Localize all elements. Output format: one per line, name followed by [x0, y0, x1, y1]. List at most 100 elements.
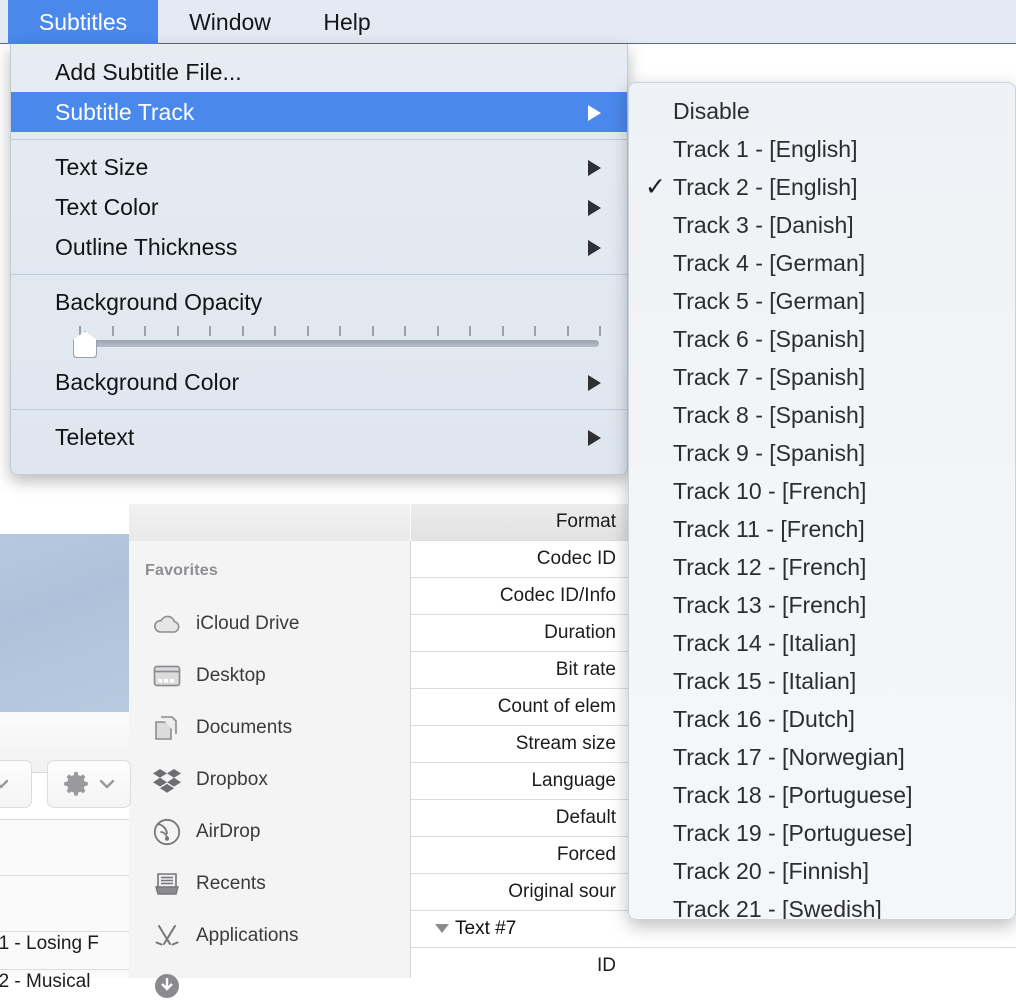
- submenu-item-label: Track 9 - [Spanish]: [673, 439, 866, 466]
- table-cell-key: Duration: [544, 622, 616, 643]
- menubar-item-window[interactable]: Window: [166, 0, 294, 44]
- menubar-item-help[interactable]: Help: [302, 0, 392, 44]
- submenu-item[interactable]: Track 5 - [German]: [629, 282, 1015, 320]
- sidebar-item-applications[interactable]: Applications: [152, 916, 402, 956]
- list-item[interactable]: 02 - Musical: [0, 971, 90, 993]
- bottom-track-list[interactable]: 01 - Losing F 02 - Musical: [0, 819, 129, 992]
- submenu-item-label: Track 10 - [French]: [673, 477, 867, 504]
- submenu-item[interactable]: Disable: [629, 92, 1015, 130]
- submenu-item[interactable]: Track 19 - [Portuguese]: [629, 814, 1015, 852]
- sidebar-section-header: Favorites: [145, 562, 218, 579]
- menu-item-label: Text Size: [55, 153, 149, 180]
- slider-ticks: [79, 324, 601, 336]
- submenu-item[interactable]: Track 7 - [Spanish]: [629, 358, 1015, 396]
- list-item[interactable]: 01 - Losing F: [0, 933, 99, 955]
- submenu-item[interactable]: Track 13 - [French]: [629, 586, 1015, 624]
- slider-tick: [534, 326, 536, 336]
- action-gear-button[interactable]: [47, 760, 131, 808]
- submenu-item-label: Track 7 - [Spanish]: [673, 363, 866, 390]
- table-cell-key: Codec ID: [536, 548, 616, 569]
- menu-item-outline-thickness[interactable]: Outline Thickness: [11, 227, 627, 267]
- submenu-item-label: Track 18 - [Portuguese]: [673, 781, 913, 808]
- table-cell-key: Language: [531, 770, 616, 791]
- submenu-item-label: Track 13 - [French]: [673, 591, 867, 618]
- submenu-item[interactable]: Track 9 - [Spanish]: [629, 434, 1015, 472]
- submenu-item[interactable]: Track 11 - [French]: [629, 510, 1015, 548]
- documents-icon: [152, 714, 182, 742]
- submenu-item[interactable]: Track 16 - [Dutch]: [629, 700, 1015, 738]
- menu-item-text-color[interactable]: Text Color: [11, 187, 627, 227]
- submenu-item-label: Track 8 - [Spanish]: [673, 401, 866, 428]
- submenu-item[interactable]: Track 3 - [Danish]: [629, 206, 1015, 244]
- checkmark-icon: ✓: [645, 173, 666, 201]
- subtitle-track-submenu[interactable]: Disable Track 1 - [English] ✓ Track 2 - [En…: [628, 82, 1016, 920]
- dropbox-icon: [152, 766, 182, 794]
- slider-track[interactable]: [79, 340, 599, 347]
- slider-tick: [436, 326, 439, 336]
- menu-item-label: Outline Thickness: [55, 233, 238, 260]
- table-cell-key: Original sour: [508, 881, 616, 902]
- icloud-drive-icon: [152, 610, 182, 638]
- desktop-icon: [152, 662, 182, 690]
- submenu-item-label: Track 14 - [Italian]: [673, 629, 857, 656]
- submenu-item-label: Track 3 - [Danish]: [673, 211, 854, 238]
- menu-item-add-subtitle-file[interactable]: Add Subtitle File...: [11, 52, 627, 92]
- submenu-item[interactable]: Track 12 - [French]: [629, 548, 1015, 586]
- subtitles-dropdown-menu[interactable]: Add Subtitle File... Subtitle Track Text…: [10, 44, 628, 475]
- submenu-item[interactable]: Track 4 - [German]: [629, 244, 1015, 282]
- table-cell-key: Codec ID/Info: [499, 585, 616, 606]
- popup-button-left[interactable]: [0, 760, 32, 808]
- sidebar-item-recents[interactable]: Recents: [152, 864, 402, 904]
- menu-item-subtitle-track[interactable]: Subtitle Track: [11, 92, 627, 132]
- table-row[interactable]: ID: [411, 948, 1016, 978]
- sidebar-item-icloud-drive[interactable]: iCloud Drive: [152, 604, 402, 644]
- submenu-item[interactable]: Track 17 - [Norwegian]: [629, 738, 1015, 776]
- submenu-item[interactable]: Track 15 - [Italian]: [629, 662, 1015, 700]
- table-cell-key: Bit rate: [555, 659, 616, 680]
- sidebar-item-label: Dropbox: [196, 769, 268, 790]
- slider-tick: [241, 326, 244, 336]
- menubar-item-subtitles[interactable]: Subtitles: [8, 0, 158, 44]
- submenu-item-label: Track 21 - [Swedish]: [673, 895, 882, 920]
- menu-item-background-opacity: Background Opacity: [11, 282, 627, 322]
- table-cell-key: Forced: [556, 844, 616, 865]
- menu-item-background-color[interactable]: Background Color: [11, 362, 627, 402]
- sidebar-item-airdrop[interactable]: AirDrop: [152, 812, 402, 852]
- desktop-wallpaper-area: [0, 534, 129, 712]
- menu-item-text-size[interactable]: Text Size: [11, 147, 627, 187]
- sidebar-item-desktop[interactable]: Desktop: [152, 656, 402, 696]
- submenu-item-label: Track 4 - [German]: [673, 249, 866, 276]
- background-opacity-slider[interactable]: [11, 324, 627, 358]
- sidebar-item-label: iCloud Drive: [196, 613, 300, 634]
- menu-separator: [11, 409, 627, 410]
- submenu-item[interactable]: Track 10 - [French]: [629, 472, 1015, 510]
- applications-icon: [152, 922, 182, 950]
- slider-tick: [599, 326, 601, 336]
- chevron-down-icon: [0, 779, 9, 789]
- submenu-item[interactable]: Track 14 - [Italian]: [629, 624, 1015, 662]
- slider-tick: [371, 326, 374, 336]
- disclosure-triangle-icon[interactable]: [435, 924, 449, 934]
- sidebar-item-downloads[interactable]: [152, 966, 402, 1006]
- menu-item-teletext[interactable]: Teletext: [11, 417, 627, 457]
- menu-item-label: Subtitle Track: [55, 98, 195, 125]
- sidebar-item-documents[interactable]: Documents: [152, 708, 402, 748]
- table-cell-key: Stream size: [515, 733, 616, 754]
- submenu-item[interactable]: Track 18 - [Portuguese]: [629, 776, 1015, 814]
- chevron-right-icon: [588, 160, 601, 176]
- submenu-item[interactable]: ✓ Track 2 - [English]: [629, 168, 1015, 206]
- submenu-item[interactable]: Track 1 - [English]: [629, 130, 1015, 168]
- slider-tick: [339, 326, 341, 336]
- submenu-item[interactable]: Track 21 - [Swedish]: [629, 890, 1015, 920]
- menu-bar: Subtitles Window Help: [0, 0, 1016, 44]
- slider-tick: [176, 326, 179, 336]
- sidebar-item-label: Recents: [196, 873, 266, 894]
- submenu-item-label: Track 6 - [Spanish]: [673, 325, 866, 352]
- submenu-item[interactable]: Track 6 - [Spanish]: [629, 320, 1015, 358]
- submenu-item-label: Track 17 - [Norwegian]: [673, 743, 905, 770]
- submenu-item[interactable]: Track 20 - [Finnish]: [629, 852, 1015, 890]
- slider-tick: [144, 326, 146, 336]
- sidebar-item-dropbox[interactable]: Dropbox: [152, 760, 402, 800]
- menu-item-label: Background Opacity: [55, 288, 263, 315]
- submenu-item[interactable]: Track 8 - [Spanish]: [629, 396, 1015, 434]
